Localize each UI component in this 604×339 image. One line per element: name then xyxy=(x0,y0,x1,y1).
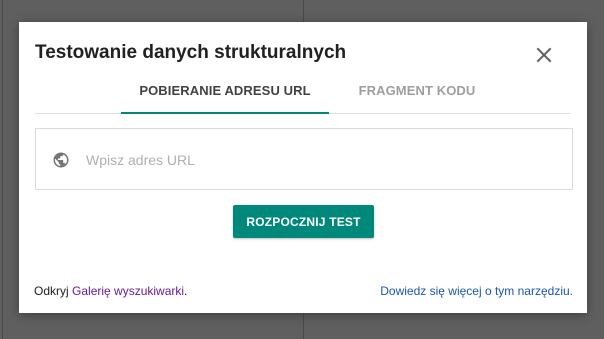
url-input[interactable] xyxy=(86,148,556,172)
active-tab-indicator xyxy=(121,112,329,114)
close-button[interactable] xyxy=(533,44,555,66)
close-icon xyxy=(536,47,552,63)
backdrop-divider-left xyxy=(2,0,3,339)
tab-fetch-url[interactable]: POBIERANIE ADRESU URL xyxy=(121,80,329,114)
dialog-title: Testowanie danych strukturalnych xyxy=(35,42,347,63)
tab-code-snippet-label: FRAGMENT KODU xyxy=(358,83,476,98)
tab-fetch-url-label: POBIERANIE ADRESU URL xyxy=(139,83,311,98)
tab-code-snippet[interactable]: FRAGMENT KODU xyxy=(347,80,487,113)
url-input-container xyxy=(35,128,573,190)
footer-discover: Odkryj Galerię wyszukiwarki. xyxy=(34,284,187,298)
footer-discover-prefix: Odkryj xyxy=(34,284,73,298)
footer-discover-suffix: . xyxy=(184,284,188,298)
globe-icon xyxy=(53,152,69,168)
search-gallery-link[interactable]: Galerię wyszukiwarki xyxy=(72,284,184,298)
structured-data-dialog: Testowanie danych strukturalnych POBIERA… xyxy=(19,22,587,313)
start-test-button[interactable]: ROZPOCZNIJ TEST xyxy=(233,205,374,238)
tab-bar: POBIERANIE ADRESU URL FRAGMENT KODU xyxy=(35,80,571,114)
learn-more-link[interactable]: Dowiedz się więcej o tym narzędziu. xyxy=(380,284,573,298)
